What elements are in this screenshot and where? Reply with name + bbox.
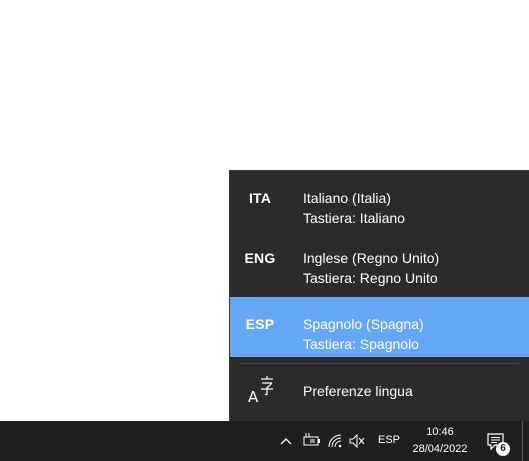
svg-text:A: A — [248, 388, 259, 406]
language-settings-icon: A — [248, 376, 273, 406]
language-code: ITA — [248, 190, 272, 206]
speaker-muted-icon[interactable] — [348, 432, 366, 450]
language-code: ENG — [244, 250, 276, 266]
notification-count-badge: 6 — [496, 442, 510, 456]
language-item-ita[interactable]: ITA Italiano (Italia) Tastiera: Italiano — [230, 171, 529, 231]
flyout-divider — [240, 363, 519, 364]
show-desktop-button[interactable] — [522, 421, 523, 461]
wifi-icon[interactable] — [326, 432, 344, 450]
clock-time: 10:46 — [426, 426, 454, 438]
clock-date: 28/04/2022 — [412, 443, 468, 455]
keyboard-layout: Tastiera: Regno Unito — [303, 270, 438, 286]
language-name: Spagnolo (Spagna) — [303, 316, 424, 332]
taskbar: ESP 10:46 28/04/2022 6 — [0, 421, 529, 461]
keyboard-layout: Tastiera: Spagnolo — [303, 336, 419, 352]
language-code: ESP — [245, 316, 275, 332]
language-flyout: ITA Italiano (Italia) Tastiera: Italiano… — [229, 170, 529, 421]
keyboard-layout: Tastiera: Italiano — [303, 210, 405, 226]
language-item-eng[interactable]: ENG Inglese (Regno Unito) Tastiera: Regn… — [230, 231, 529, 291]
chevron-up-icon[interactable] — [279, 432, 293, 450]
battery-plugged-icon[interactable] — [301, 432, 321, 450]
language-item-esp[interactable]: ESP Spagnolo (Spagna) Tastiera: Spagnolo — [230, 297, 529, 357]
input-indicator[interactable]: ESP — [378, 434, 400, 446]
language-name: Italiano (Italia) — [303, 190, 391, 206]
preferences-label: Preferenze lingua — [303, 383, 413, 399]
language-preferences-link[interactable]: A Preferenze lingua — [230, 370, 529, 414]
language-name: Inglese (Regno Unito) — [303, 250, 440, 266]
